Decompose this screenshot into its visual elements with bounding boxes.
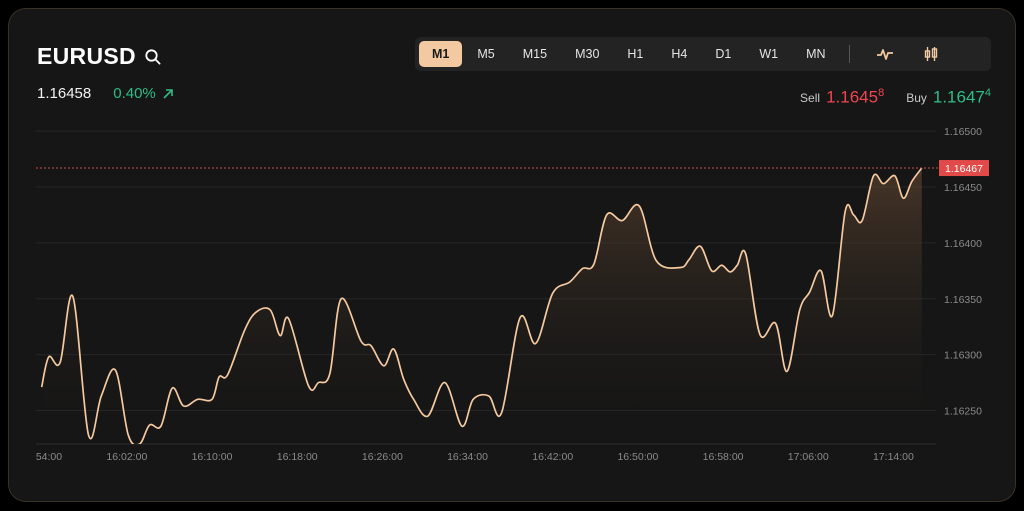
price-point	[225, 372, 231, 378]
x-axis: 15:54:00 16:02:00 16:10:00 16:18:00 16:26:00…	[21, 451, 914, 463]
x-tick-label: 16:10:00	[192, 451, 233, 463]
price-point	[86, 432, 92, 438]
price-point	[550, 290, 556, 296]
x-tick-label: 16:58:00	[703, 451, 744, 463]
x-tick-label: 16:02:00	[106, 451, 147, 463]
price-point	[773, 320, 779, 326]
price-point	[697, 243, 703, 249]
price-point	[338, 296, 344, 302]
price-point	[46, 354, 52, 360]
price-point	[112, 367, 118, 373]
price-point	[677, 264, 683, 270]
price-point	[619, 218, 625, 224]
price-point	[880, 181, 886, 187]
price-point	[368, 343, 374, 349]
price-point	[459, 423, 465, 429]
x-tick-label: 16:26:00	[362, 451, 403, 463]
price-point	[209, 396, 215, 402]
price-point	[315, 380, 321, 386]
price-point	[784, 368, 790, 374]
price-point	[277, 333, 283, 339]
price-point	[39, 384, 45, 390]
price-point	[253, 309, 259, 315]
price-point	[411, 396, 417, 402]
x-tick-label: 16:50:00	[617, 451, 658, 463]
price-point	[807, 289, 813, 295]
price-point	[743, 251, 749, 257]
x-tick-label: 16:42:00	[532, 451, 573, 463]
price-point	[636, 203, 642, 209]
price-point	[900, 195, 906, 201]
x-tick-label: 16:18:00	[277, 451, 318, 463]
price-point	[604, 212, 610, 218]
y-tick-label: 1.16250	[944, 405, 982, 417]
price-point	[306, 383, 312, 389]
price-point	[871, 173, 877, 179]
price-point	[892, 173, 898, 179]
price-point	[859, 218, 865, 224]
price-point	[727, 269, 733, 275]
price-point	[98, 393, 104, 399]
price-point	[517, 315, 523, 321]
price-point	[757, 332, 763, 338]
price-point	[267, 307, 273, 313]
price-point	[818, 268, 824, 274]
current-price-marker: 1.16467	[36, 160, 989, 177]
price-point	[137, 441, 143, 447]
x-tick-label: 17:14:00	[873, 451, 914, 463]
price-point	[401, 376, 407, 382]
price-point	[842, 209, 848, 215]
price-point	[686, 257, 692, 263]
price-area	[41, 168, 922, 444]
price-point	[391, 346, 397, 352]
price-point	[909, 178, 915, 184]
price-point	[734, 262, 740, 268]
price-point	[425, 413, 431, 419]
price-point	[70, 294, 76, 300]
price-point	[381, 363, 387, 369]
price-point	[181, 403, 187, 409]
price-point	[851, 212, 857, 218]
price-point	[195, 396, 201, 402]
price-point	[580, 266, 586, 272]
price-point	[57, 359, 63, 365]
price-point	[286, 316, 292, 322]
x-tick-label: 15:54:00	[21, 451, 62, 463]
price-point	[216, 374, 222, 380]
x-tick-label: 17:06:00	[788, 451, 829, 463]
price-point	[533, 340, 539, 346]
x-tick-label: 16:34:00	[447, 451, 488, 463]
price-point	[358, 338, 364, 344]
y-tick-label: 1.16500	[944, 126, 982, 138]
price-point	[567, 279, 573, 285]
y-tick-label: 1.16450	[944, 182, 982, 194]
price-point	[499, 410, 505, 416]
y-tick-label: 1.16400	[944, 238, 982, 250]
price-point	[125, 432, 131, 438]
price-point	[486, 393, 492, 399]
y-tick-label: 1.16300	[944, 350, 982, 362]
price-chart[interactable]: 1.16500 1.16450 1.16400 1.16350 1.16300 1.162…	[0, 0, 1024, 511]
price-point	[442, 380, 448, 386]
price-point	[470, 396, 476, 402]
current-price-label: 1.16467	[945, 163, 983, 175]
price-point	[327, 371, 333, 377]
y-tick-label: 1.16350	[944, 294, 982, 306]
price-point	[147, 422, 153, 428]
price-point	[829, 313, 835, 319]
price-point	[719, 262, 725, 268]
price-point	[158, 423, 164, 429]
price-point	[242, 327, 248, 333]
price-point	[653, 258, 659, 264]
price-point	[709, 268, 715, 274]
price-point	[797, 307, 803, 313]
price-point	[169, 385, 175, 391]
price-point	[591, 261, 597, 267]
